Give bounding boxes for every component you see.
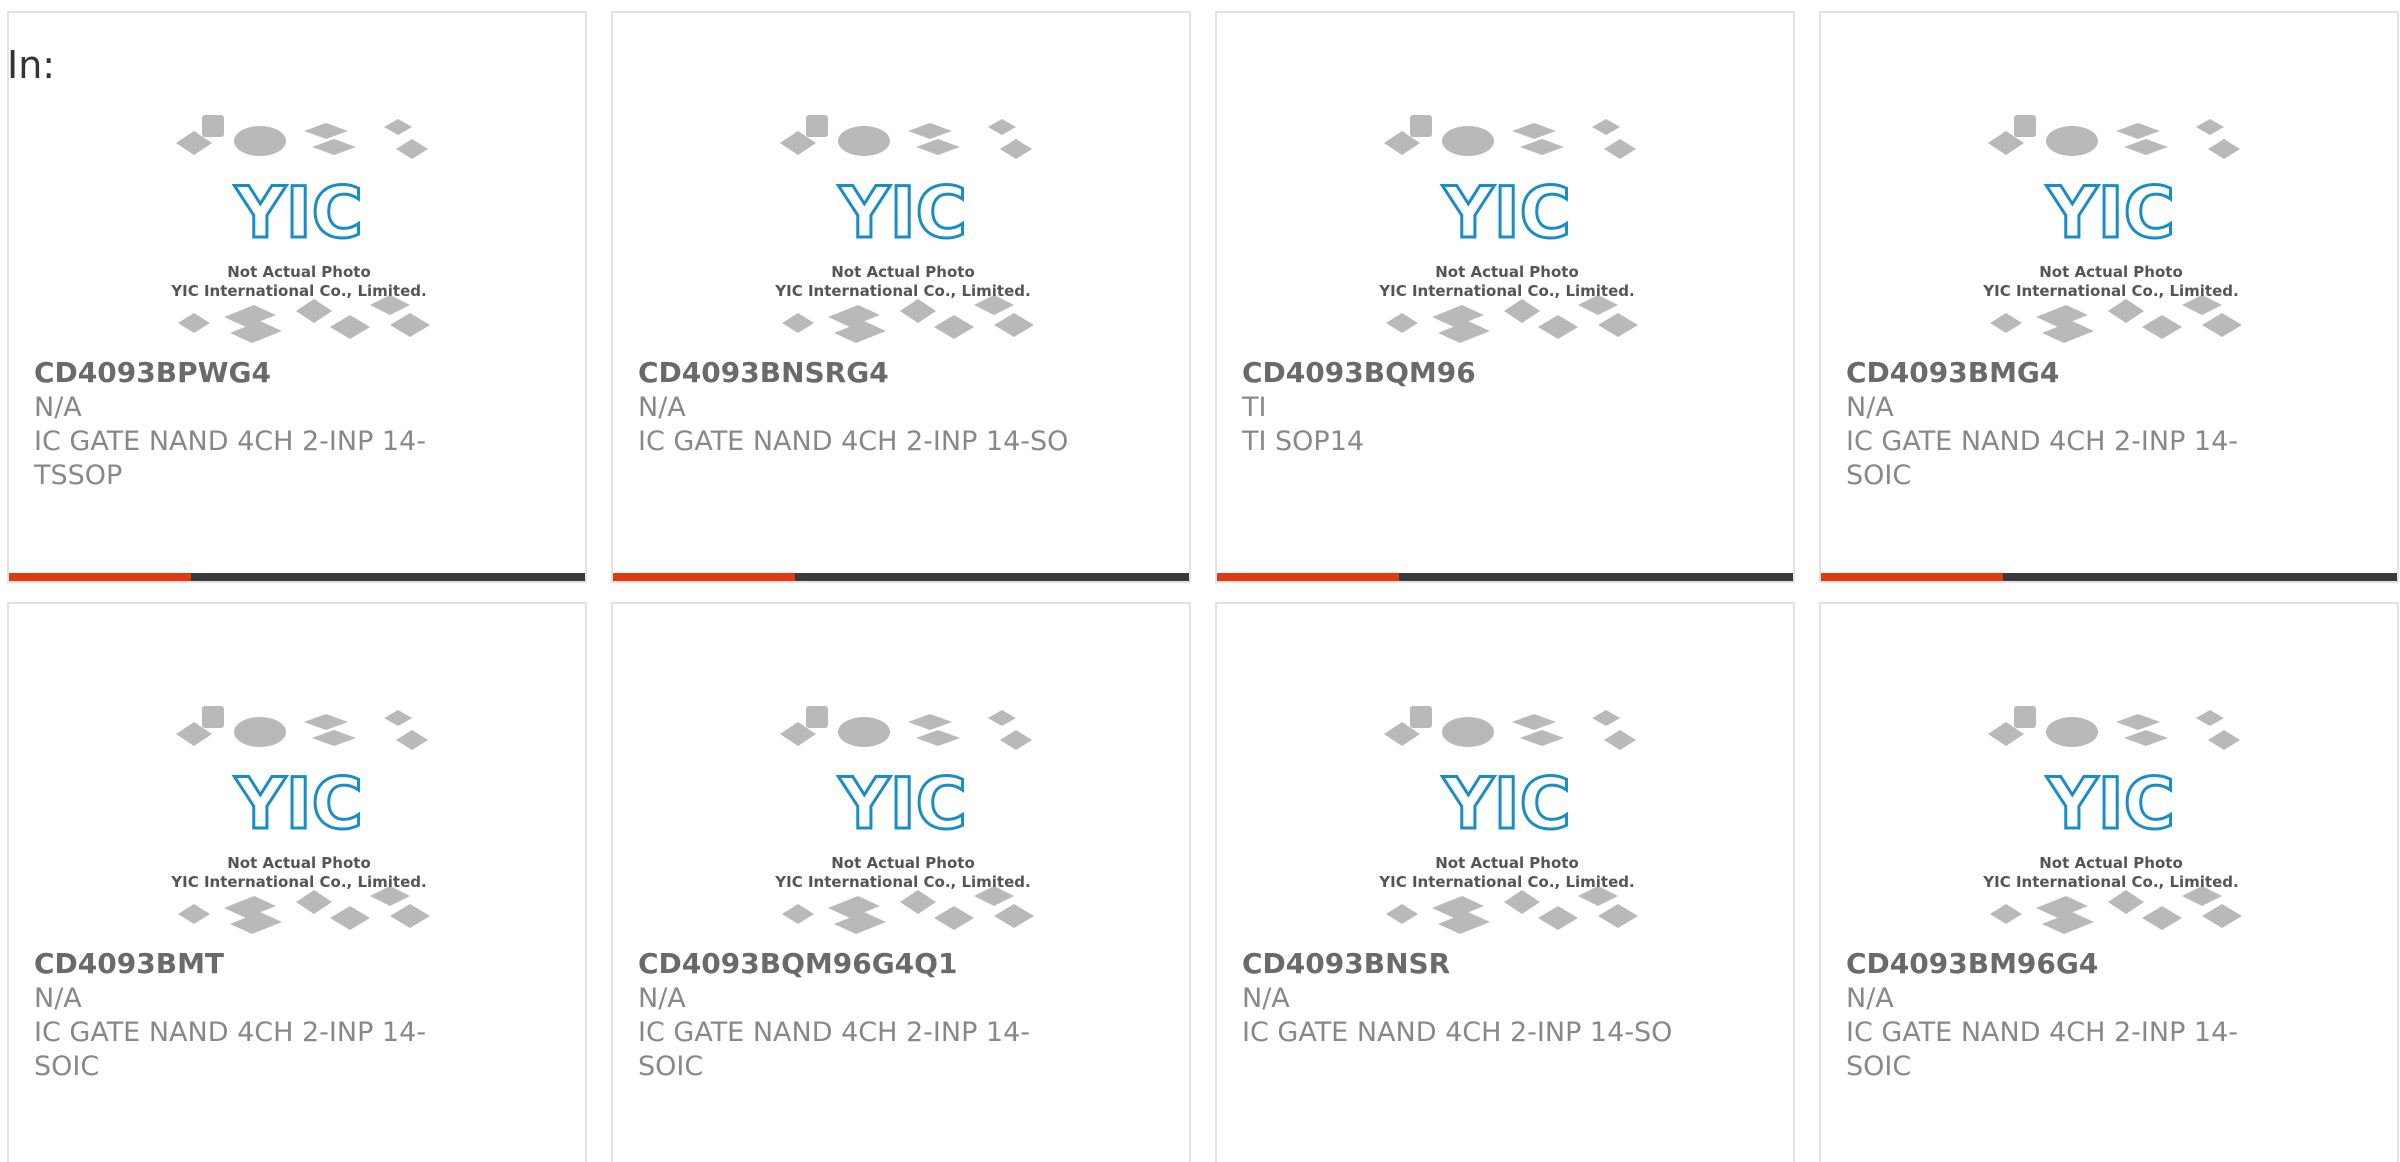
part-number-link[interactable]: CD4093BQM96G4Q1 (638, 947, 957, 980)
card-bottom-bar (9, 573, 585, 581)
product-image: YIC Not Actual Photo YIC International C… (164, 101, 434, 351)
svg-text:Not Actual Photo: Not Actual Photo (1435, 854, 1579, 872)
description: IC GATE NAND 4CH 2-INP 14-SOIC (1846, 1017, 2239, 1082)
manufacturer: N/A (638, 983, 686, 1014)
card-accent-strip (1217, 573, 1399, 581)
svg-text:Not Actual Photo: Not Actual Photo (2039, 854, 2183, 872)
part-number-link[interactable]: CD4093BMG4 (1846, 356, 2059, 389)
card-bottom-bar (1821, 573, 2397, 581)
svg-text:YIC International Co., Limited: YIC International Co., Limited. (1982, 873, 2238, 891)
manufacturer: N/A (638, 392, 686, 423)
svg-text:YIC: YIC (2046, 763, 2175, 845)
product-card[interactable]: YIC Not Actual Photo YIC International C… (7, 602, 587, 1162)
product-info: CD4093BQM96 TI TI SOP14 (1242, 356, 1682, 459)
svg-text:Not Actual Photo: Not Actual Photo (227, 854, 371, 872)
svg-text:Not Actual Photo: Not Actual Photo (831, 263, 975, 281)
svg-text:YIC: YIC (234, 172, 363, 254)
svg-text:YIC: YIC (1442, 172, 1571, 254)
product-card[interactable]: YIC Not Actual Photo YIC International C… (7, 11, 587, 583)
description: IC GATE NAND 4CH 2-INP 14-SO (638, 426, 1069, 457)
description: IC GATE NAND 4CH 2-INP 14-SOIC (1846, 426, 2239, 491)
manufacturer: N/A (34, 392, 82, 423)
product-info: CD4093BM96G4 N/A IC GATE NAND 4CH 2-INP … (1846, 947, 2286, 1084)
description: IC GATE NAND 4CH 2-INP 14-SOIC (638, 1017, 1031, 1082)
product-info: CD4093BNSRG4 N/A IC GATE NAND 4CH 2-INP … (638, 356, 1078, 459)
part-number-link[interactable]: CD4093BM96G4 (1846, 947, 2098, 980)
product-image: YIC Not Actual Photo YIC International C… (1976, 101, 2246, 351)
part-number-link[interactable]: CD4093BNSR (1242, 947, 1450, 980)
svg-text:YIC: YIC (1442, 763, 1571, 845)
chip-placeholder-icon: YIC Not Actual Photo YIC International C… (774, 706, 1034, 934)
product-card[interactable]: YIC Not Actual Photo YIC International C… (1215, 11, 1795, 583)
description: IC GATE NAND 4CH 2-INP 14-SOIC (34, 1017, 427, 1082)
svg-text:Not Actual Photo: Not Actual Photo (1435, 263, 1579, 281)
product-card[interactable]: YIC Not Actual Photo YIC International C… (1215, 602, 1795, 1162)
product-info: CD4093BQM96G4Q1 N/A IC GATE NAND 4CH 2-I… (638, 947, 1078, 1084)
product-info: CD4093BMT N/A IC GATE NAND 4CH 2-INP 14-… (34, 947, 474, 1084)
manufacturer: N/A (1846, 392, 1894, 423)
product-image: YIC Not Actual Photo YIC International C… (164, 692, 434, 942)
card-bottom-bar (613, 573, 1189, 581)
svg-text:YIC: YIC (2046, 172, 2175, 254)
svg-text:YIC: YIC (234, 763, 363, 845)
description: IC GATE NAND 4CH 2-INP 14-TSSOP (34, 426, 427, 491)
product-image: YIC Not Actual Photo YIC International C… (1372, 692, 1642, 942)
svg-text:YIC International Co., Limited: YIC International Co., Limited. (774, 873, 1030, 891)
product-card[interactable]: YIC Not Actual Photo YIC International C… (611, 602, 1191, 1162)
chip-placeholder-icon: YIC Not Actual Photo YIC International C… (170, 115, 430, 343)
part-number-link[interactable]: CD4093BPWG4 (34, 356, 271, 389)
svg-text:Not Actual Photo: Not Actual Photo (831, 854, 975, 872)
product-grid: YIC Not Actual Photo YIC International C… (7, 11, 2399, 1162)
svg-text:YIC International Co., Limited: YIC International Co., Limited. (1378, 873, 1634, 891)
card-accent-strip (613, 573, 795, 581)
svg-text:YIC: YIC (838, 763, 967, 845)
svg-text:YIC International Co., Limited: YIC International Co., Limited. (1982, 282, 2238, 300)
chip-placeholder-icon: YIC Not Actual Photo YIC International C… (1982, 706, 2242, 934)
product-image: YIC Not Actual Photo YIC International C… (1372, 101, 1642, 351)
manufacturer: N/A (34, 983, 82, 1014)
svg-text:Not Actual Photo: Not Actual Photo (2039, 263, 2183, 281)
chip-placeholder-icon: YIC Not Actual Photo YIC International C… (1982, 115, 2242, 343)
manufacturer: TI (1242, 392, 1267, 423)
product-image: YIC Not Actual Photo YIC International C… (768, 101, 1038, 351)
product-card[interactable]: YIC Not Actual Photo YIC International C… (1819, 11, 2399, 583)
svg-text:YIC International Co., Limited: YIC International Co., Limited. (170, 873, 426, 891)
product-info: CD4093BMG4 N/A IC GATE NAND 4CH 2-INP 14… (1846, 356, 2286, 493)
svg-text:YIC International Co., Limited: YIC International Co., Limited. (774, 282, 1030, 300)
svg-text:YIC International Co., Limited: YIC International Co., Limited. (1378, 282, 1634, 300)
description: IC GATE NAND 4CH 2-INP 14-SO (1242, 1017, 1673, 1048)
manufacturer: N/A (1846, 983, 1894, 1014)
card-accent-strip (9, 573, 191, 581)
svg-text:YIC: YIC (838, 172, 967, 254)
product-image: YIC Not Actual Photo YIC International C… (768, 692, 1038, 942)
chip-placeholder-icon: YIC Not Actual Photo YIC International C… (1378, 115, 1638, 343)
card-bottom-bar (1217, 573, 1793, 581)
part-number-link[interactable]: CD4093BNSRG4 (638, 356, 889, 389)
card-accent-strip (1821, 573, 2003, 581)
product-listing-page: In: YIC Not Actual Photo YIC Internation… (0, 0, 2400, 1162)
chip-placeholder-icon: YIC Not Actual Photo YIC International C… (1378, 706, 1638, 934)
product-card[interactable]: YIC Not Actual Photo YIC International C… (611, 11, 1191, 583)
product-info: CD4093BPWG4 N/A IC GATE NAND 4CH 2-INP 1… (34, 356, 474, 493)
svg-text:YIC International Co., Limited: YIC International Co., Limited. (170, 282, 426, 300)
product-card[interactable]: YIC Not Actual Photo YIC International C… (1819, 602, 2399, 1162)
manufacturer: N/A (1242, 983, 1290, 1014)
description: TI SOP14 (1242, 426, 1365, 457)
part-number-link[interactable]: CD4093BQM96 (1242, 356, 1476, 389)
filter-label: In: (7, 43, 56, 87)
chip-placeholder-icon: YIC Not Actual Photo YIC International C… (774, 115, 1034, 343)
chip-placeholder-icon: YIC Not Actual Photo YIC International C… (170, 706, 430, 934)
product-image: YIC Not Actual Photo YIC International C… (1976, 692, 2246, 942)
svg-text:Not Actual Photo: Not Actual Photo (227, 263, 371, 281)
product-info: CD4093BNSR N/A IC GATE NAND 4CH 2-INP 14… (1242, 947, 1682, 1050)
part-number-link[interactable]: CD4093BMT (34, 947, 224, 980)
